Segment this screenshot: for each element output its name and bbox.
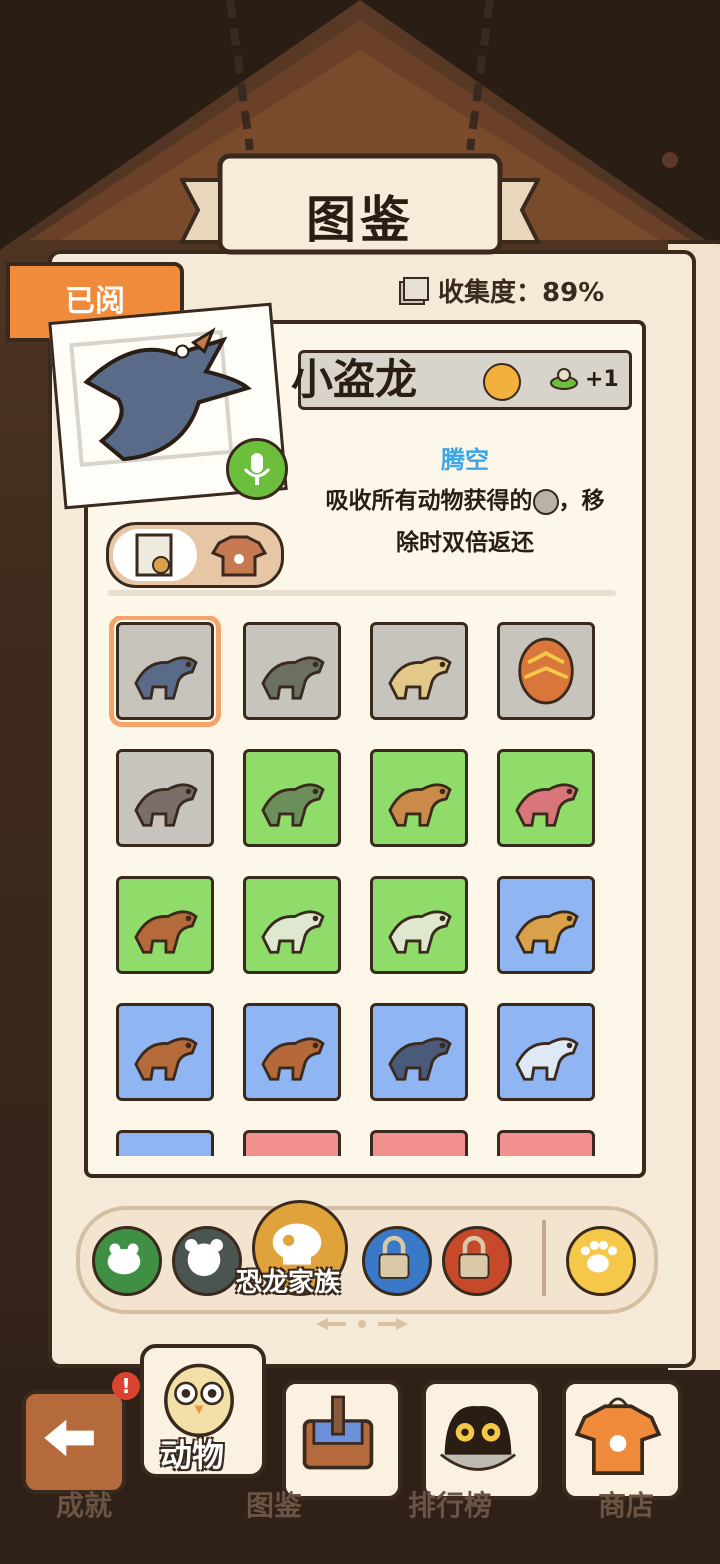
creature-card-oviraptor[interactable]	[116, 876, 214, 974]
category-locked-1-button[interactable]	[362, 1226, 432, 1296]
creature-card-theropod-silhouette[interactable]	[370, 876, 468, 974]
stegosaurus-icon	[515, 910, 579, 954]
page-title: 图鉴	[306, 191, 414, 249]
lock-icon	[458, 1235, 490, 1279]
partial-3-icon	[373, 1133, 465, 1156]
ankylosaurus-silhouette-icon	[261, 910, 325, 954]
tab-atlas[interactable]	[282, 1380, 402, 1500]
skill-desc-part2: ，移	[558, 488, 605, 514]
divider	[108, 590, 616, 596]
tab-shop[interactable]	[562, 1380, 682, 1500]
microphone-icon[interactable]	[226, 438, 288, 500]
creature-card-ankylosaurus-silhouette[interactable]	[243, 876, 341, 974]
pink-dino-icon	[515, 783, 579, 827]
tab-animals-label: 动物	[160, 1436, 225, 1474]
crested-dino-icon	[388, 783, 452, 827]
creature-card-bird-dino[interactable]	[116, 749, 214, 847]
triceratops-icon	[261, 783, 325, 827]
ceratopsian-silhouette-icon	[515, 1037, 579, 1081]
bonus-value: +1	[585, 367, 619, 392]
creature-name-bar: 小盗龙 +1	[291, 350, 632, 410]
settings-gear-icon[interactable]	[638, 128, 702, 192]
view-toggle[interactable]	[106, 522, 284, 588]
creature-card-stegosaurus[interactable]	[497, 876, 595, 974]
creature-card-raptor[interactable]	[243, 622, 341, 720]
notification-badge: !	[112, 1372, 140, 1400]
creature-card-partial-1[interactable]	[116, 1130, 214, 1156]
skull-coin-icon	[483, 363, 521, 401]
frog-icon	[107, 1243, 141, 1275]
creature-card-brachiosaurus[interactable]	[370, 1003, 468, 1101]
lock-icon	[378, 1235, 410, 1279]
skill-name: 腾空	[441, 446, 489, 474]
category-animal-button[interactable]	[172, 1226, 242, 1296]
creature-card-crested-dino[interactable]	[370, 749, 468, 847]
tab-rank[interactable]	[422, 1380, 542, 1500]
food-plate-icon	[550, 368, 578, 390]
category-locked-2-button[interactable]	[442, 1226, 512, 1296]
collection-value: 89%	[542, 278, 605, 308]
creature-card-pink-dino[interactable]	[497, 749, 595, 847]
creature-grid	[108, 616, 616, 1156]
book-icon	[399, 277, 429, 305]
creature-card-dilophosaurus[interactable]	[116, 1003, 214, 1101]
certificate-icon	[135, 533, 173, 577]
category-active-label: 恐龙家族	[236, 1268, 341, 1298]
partial-2-icon	[246, 1133, 338, 1156]
creature-card-microraptor[interactable]	[109, 616, 221, 727]
title-banner: 图鉴	[178, 150, 542, 260]
creature-card-partial-2[interactable]	[243, 1130, 341, 1156]
theropod-silhouette-icon	[388, 910, 452, 954]
skill-desc-part1: 吸收所有动物获得的	[325, 488, 533, 514]
bird-dino-icon	[134, 783, 198, 827]
creature-card-parasaurolophus[interactable]	[370, 622, 468, 720]
back-arrow-icon	[44, 1419, 94, 1457]
oviraptor-icon	[134, 910, 198, 954]
tab-shop-label: 商店	[598, 1489, 655, 1522]
outfit-shirt-icon[interactable]	[207, 533, 271, 577]
creature-card-partial-4[interactable]	[497, 1130, 595, 1156]
category-frog-button[interactable]	[92, 1226, 162, 1296]
egg-icon	[518, 637, 574, 705]
skill-description: 吸收所有动物获得的 ，移 除时双倍返还	[300, 480, 630, 564]
category-separator	[542, 1220, 546, 1296]
creature-card-triceratops[interactable]	[243, 749, 341, 847]
paw-icon	[580, 1240, 618, 1273]
black-cat-icon	[439, 1406, 517, 1471]
collection-label: 收集度：	[438, 278, 543, 308]
tab-rank-label: 排行榜	[408, 1489, 493, 1522]
microraptor-icon	[134, 656, 198, 700]
brachiosaurus-icon	[388, 1037, 452, 1081]
creature-card-partial-3[interactable]	[370, 1130, 468, 1156]
collection-progress: 收集度：89%	[438, 272, 604, 309]
back-button[interactable]	[22, 1390, 126, 1494]
tab-atlas-label: 图鉴	[246, 1489, 303, 1522]
partial-1-icon	[119, 1133, 211, 1156]
partial-4-icon	[500, 1133, 592, 1156]
animal-silhouette-icon	[184, 1238, 224, 1277]
page-indicator	[316, 1318, 408, 1330]
certificate-tab[interactable]	[113, 529, 197, 581]
creature-card-therizinosaurus[interactable]	[243, 1003, 341, 1101]
raptor-icon	[261, 656, 325, 700]
creature-card-egg[interactable]	[497, 622, 595, 720]
creature-name: 小盗龙	[291, 355, 418, 404]
tab-achievement-label[interactable]: 成就	[56, 1484, 112, 1524]
therizinosaurus-icon	[261, 1037, 325, 1081]
category-paw-button[interactable]	[566, 1226, 636, 1296]
dilophosaurus-icon	[134, 1037, 198, 1081]
parasaurolophus-icon	[388, 656, 452, 700]
stone-coin-icon	[532, 488, 559, 515]
tshirt-icon	[574, 1397, 662, 1475]
basket-icon	[302, 1395, 374, 1470]
creature-card-ceratopsian-silhouette[interactable]	[497, 1003, 595, 1101]
game-screen: 图鉴 已阅 收集度：89% 小盗龙 +1 腾空 吸收所有动物获得的 ，移 除时双…	[0, 0, 720, 1564]
skill-desc-part3: 除时双倍返还	[396, 530, 534, 556]
